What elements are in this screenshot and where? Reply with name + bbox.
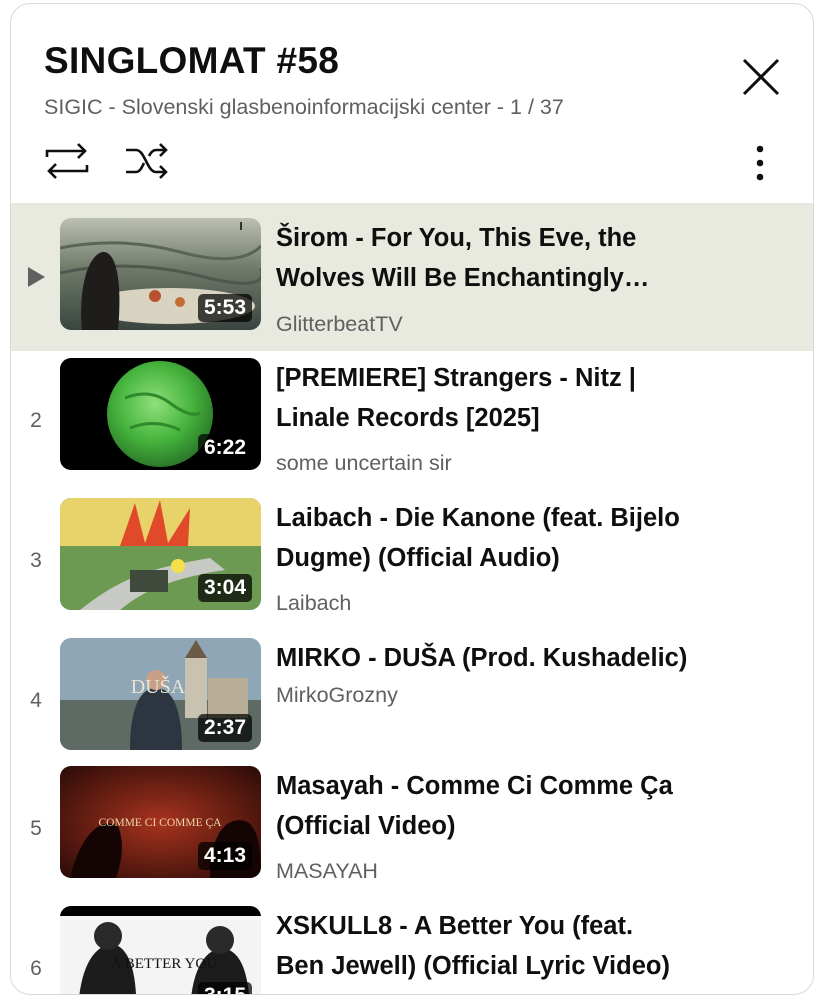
video-thumbnail[interactable]: DUŠA 2:37 xyxy=(60,638,261,750)
video-title-line: XSKULL8 - A Better You (feat. xyxy=(276,912,634,940)
video-title-line: Masayah - Comme Ci Comme Ça xyxy=(276,772,673,800)
video-duration: 3:15 xyxy=(197,982,252,994)
close-button[interactable] xyxy=(736,52,786,102)
playlist-item[interactable]: 2 6:22 [PREMIERE] Strangers - Nitz | Lin… xyxy=(11,351,813,491)
video-title-line: Dugme) (Official Audio) xyxy=(276,544,560,572)
video-title-line: (Official Video) xyxy=(276,812,456,840)
channel-name[interactable]: GlitterbeatTV xyxy=(276,312,403,337)
more-vert-icon xyxy=(756,145,764,181)
shuffle-icon xyxy=(126,143,168,179)
video-duration: 2:37 xyxy=(197,714,252,742)
playlist-header: SINGLOMAT #58 SIGIC - Slovenski glasbeno… xyxy=(11,4,813,203)
close-icon xyxy=(742,58,780,96)
playlist-item[interactable]: 5 COMME CI COMME ÇA 4:13 Masayah - Comme… xyxy=(11,759,813,899)
now-playing-icon xyxy=(28,267,45,287)
video-thumbnail[interactable]: 6:22 xyxy=(60,358,261,470)
video-title-line: Širom - For You, This Eve, the xyxy=(276,224,637,252)
thumbnail-text: COMME CI COMME ÇA xyxy=(98,817,222,829)
video-title[interactable]: MIRKO - DUŠA (Prod. Kushadelic) xyxy=(276,638,716,678)
video-thumbnail[interactable]: 5:53 xyxy=(60,218,261,330)
item-index: 6 xyxy=(30,957,42,980)
playlist-item[interactable]: 4 DUŠA 2:37 MIRKO - DUŠA (Prod. Kushadel… xyxy=(11,631,813,759)
thumbnail-text: DUŠA xyxy=(131,674,186,698)
thumbnail-text: A BETTER YOU xyxy=(111,956,217,972)
playlist-items: 5:53 Širom - For You, This Eve, the Wolv… xyxy=(11,203,813,994)
playlist-item[interactable]: 3 3:04 Laibach - Die Kanone (feat. Bijel… xyxy=(11,491,813,631)
video-title[interactable]: Masayah - Comme Ci Comme Ça (Official Vi… xyxy=(276,766,716,846)
channel-name[interactable]: MirkoGrozny xyxy=(276,683,398,708)
video-thumbnail[interactable]: A BETTER YOU 3:15 xyxy=(60,906,261,994)
video-duration: 5:53 xyxy=(197,294,252,322)
channel-name[interactable]: Laibach xyxy=(276,591,351,616)
item-index: 4 xyxy=(30,689,42,712)
video-title[interactable]: Širom - For You, This Eve, the Wolves Wi… xyxy=(276,218,716,298)
channel-name[interactable]: MASAYAH xyxy=(276,859,378,884)
video-thumbnail[interactable]: 3:04 xyxy=(60,498,261,610)
loop-button[interactable] xyxy=(43,138,91,184)
playlist-title: SINGLOMAT #58 xyxy=(44,40,340,81)
video-title-line: Ben Jewell) (Official Lyric Video) xyxy=(276,952,670,980)
video-title[interactable]: XSKULL8 - A Better You (feat. Ben Jewell… xyxy=(276,906,716,986)
video-title[interactable]: [PREMIERE] Strangers - Nitz | Linale Rec… xyxy=(276,358,716,438)
video-duration: 3:04 xyxy=(197,574,252,602)
video-title-line: Wolves Will Be Enchantingly… xyxy=(276,264,650,292)
video-title-line: MIRKO - DUŠA (Prod. Kushadelic) xyxy=(276,644,688,672)
playlist-item[interactable]: 6 A BETTER YOU 3:15 XSKULL8 - A Better Y… xyxy=(11,899,813,994)
video-title-line: [PREMIERE] Strangers - Nitz | xyxy=(276,364,636,392)
channel-name[interactable]: some uncertain sir xyxy=(276,451,452,476)
playlist-item[interactable]: 5:53 Širom - For You, This Eve, the Wolv… xyxy=(11,203,813,351)
video-duration: 6:22 xyxy=(197,434,252,462)
item-index: 5 xyxy=(30,817,42,840)
item-index: 3 xyxy=(30,549,42,572)
loop-icon xyxy=(45,143,89,179)
video-title-line: Laibach - Die Kanone (feat. Bijelo xyxy=(276,504,680,532)
video-thumbnail[interactable]: COMME CI COMME ÇA 4:13 xyxy=(60,766,261,878)
shuffle-button[interactable] xyxy=(123,138,171,184)
video-title[interactable]: Laibach - Die Kanone (feat. Bijelo Dugme… xyxy=(276,498,716,578)
video-title-line: Linale Records [2025] xyxy=(276,404,540,432)
playlist-subtitle[interactable]: SIGIC - Slovenski glasbenoinformacijski … xyxy=(44,95,564,120)
more-options-button[interactable] xyxy=(739,140,779,186)
item-index: 2 xyxy=(30,409,42,432)
video-duration: 4:13 xyxy=(197,842,252,870)
playlist-panel: SINGLOMAT #58 SIGIC - Slovenski glasbeno… xyxy=(10,3,814,995)
